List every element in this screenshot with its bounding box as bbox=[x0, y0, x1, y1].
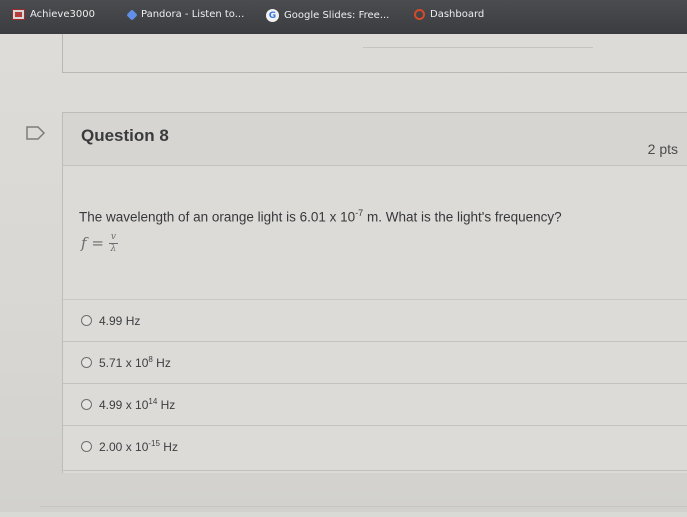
question-text-part: The wavelength of an orange light is 6.0… bbox=[79, 209, 356, 225]
bookmarks-bar: Achieve3000 Pandora - Listen to... G Goo… bbox=[0, 0, 687, 34]
question-text-exponent: -7 bbox=[355, 208, 364, 218]
answer-label[interactable]: 5.71 x 108 Hz bbox=[99, 355, 171, 370]
answer-list: 4.99 Hz 5.71 x 108 Hz 4.99 x 1014 Hz 2.0… bbox=[63, 299, 687, 467]
answer-option-1[interactable]: 4.99 Hz bbox=[63, 299, 687, 341]
answer-unit: Hz bbox=[159, 440, 178, 454]
answer-option-4[interactable]: 2.00 x 10-15 Hz bbox=[63, 425, 687, 467]
formula-fraction: v λ bbox=[108, 231, 118, 254]
dashboard-icon bbox=[414, 9, 425, 20]
bookmark-label: Pandora - Listen to... bbox=[141, 9, 245, 20]
bookmark-google-slides[interactable]: G Google Slides: Free... bbox=[266, 9, 389, 22]
previous-question-box bbox=[62, 34, 687, 73]
answer-label[interactable]: 4.99 Hz bbox=[99, 313, 140, 328]
divider bbox=[363, 47, 593, 48]
answer-label[interactable]: 2.00 x 10-15 Hz bbox=[99, 439, 178, 454]
bookmark-dashboard[interactable]: Dashboard bbox=[414, 9, 484, 20]
answer-base: 2.00 x 10 bbox=[99, 440, 149, 454]
answer-exponent: 14 bbox=[148, 397, 158, 406]
question-header: Question 8 2 pts bbox=[63, 113, 687, 166]
achieve3000-icon bbox=[12, 9, 25, 20]
question-card: Question 8 2 pts The wavelength of an or… bbox=[62, 112, 687, 473]
answer-option-2[interactable]: 5.71 x 108 Hz bbox=[63, 341, 687, 383]
bookmark-pandora[interactable]: Pandora - Listen to... bbox=[126, 8, 245, 21]
question-text-part: m. What is the light's frequency? bbox=[363, 209, 562, 225]
divider bbox=[62, 470, 687, 471]
answer-unit: Hz bbox=[157, 398, 176, 412]
answer-base: 4.99 Hz bbox=[99, 314, 141, 328]
bookmark-label: Dashboard bbox=[430, 9, 485, 20]
radio-button[interactable] bbox=[81, 315, 92, 326]
radio-button[interactable] bbox=[81, 441, 92, 452]
formula-denominator: λ bbox=[110, 243, 117, 254]
answer-base: 5.71 x 10 bbox=[99, 356, 149, 370]
question-text: The wavelength of an orange light is 6.0… bbox=[79, 208, 679, 225]
answer-exponent: -15 bbox=[148, 439, 160, 448]
question-title: Question 8 bbox=[81, 126, 169, 145]
answer-label[interactable]: 4.99 x 1014 Hz bbox=[99, 397, 175, 412]
answer-option-3[interactable]: 4.99 x 1014 Hz bbox=[63, 383, 687, 425]
pandora-icon bbox=[126, 8, 138, 21]
quiz-page: Question 8 2 pts The wavelength of an or… bbox=[0, 34, 687, 512]
answer-unit: Hz bbox=[152, 356, 171, 370]
formula-numerator: v bbox=[110, 231, 116, 242]
bookmark-achieve3000[interactable]: Achieve3000 bbox=[12, 9, 95, 20]
bookmark-label: Achieve3000 bbox=[30, 9, 95, 20]
flag-question-icon[interactable] bbox=[26, 126, 46, 140]
question-points: 2 pts bbox=[647, 141, 678, 157]
question-body: The wavelength of an orange light is 6.0… bbox=[79, 208, 679, 254]
bookmark-label: Google Slides: Free... bbox=[284, 10, 390, 21]
answer-base: 4.99 x 10 bbox=[99, 398, 149, 412]
frequency-formula: f = v λ bbox=[81, 231, 679, 254]
radio-button[interactable] bbox=[81, 399, 92, 410]
formula-lhs: f = bbox=[81, 234, 104, 252]
google-icon: G bbox=[266, 9, 279, 22]
radio-button[interactable] bbox=[81, 357, 92, 368]
